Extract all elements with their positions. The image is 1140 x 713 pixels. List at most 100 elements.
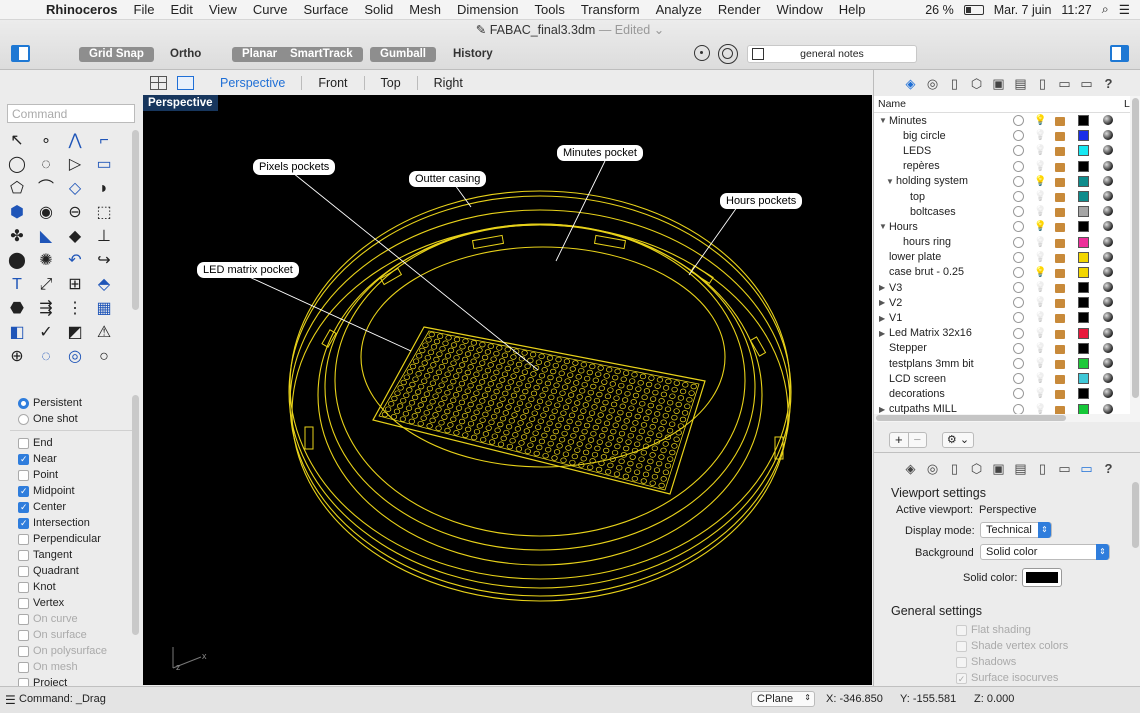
current-layer-icon[interactable] (1013, 403, 1024, 414)
checkbox[interactable] (18, 437, 29, 449)
tool-14-icon[interactable]: ◉ (34, 202, 58, 224)
menu-help[interactable]: Help (831, 2, 874, 17)
lightbulb-icon[interactable]: 💡 (1034, 161, 1046, 172)
layer-color-swatch[interactable] (1078, 115, 1089, 126)
lock-icon[interactable] (1055, 238, 1065, 248)
lightbulb-icon[interactable]: 💡 (1034, 176, 1046, 187)
notes-icon[interactable]: ▯ (946, 460, 963, 477)
tool-8-icon[interactable]: ▭ (92, 154, 116, 176)
add-layer-button[interactable]: + (890, 433, 909, 447)
checkbox[interactable] (18, 629, 29, 641)
toggle-ortho[interactable]: Ortho (160, 47, 211, 62)
current-layer-icon[interactable] (1013, 251, 1024, 263)
layer-color-swatch[interactable] (1078, 312, 1089, 324)
lightbulb-icon[interactable]: 💡 (1034, 221, 1046, 232)
menu-surface[interactable]: Surface (296, 2, 357, 17)
tool-34-icon[interactable]: ✓ (34, 322, 58, 344)
current-layer-icon[interactable] (1013, 221, 1024, 233)
lock-icon[interactable] (1055, 132, 1065, 142)
tool-37-icon[interactable]: ⊕ (5, 346, 29, 368)
lightbulb-icon[interactable]: 💡 (1034, 282, 1046, 293)
material-sphere-icon[interactable] (1103, 297, 1113, 308)
lightbulb-icon[interactable]: 💡 (1034, 237, 1046, 248)
tool-25-icon[interactable]: T (5, 274, 29, 296)
menu-app[interactable]: Rhinoceros (44, 2, 126, 17)
lightbulb-icon[interactable]: 💡 (1034, 373, 1046, 384)
lock-icon[interactable] (1055, 375, 1065, 385)
layer-row[interactable]: top 💡 (874, 189, 1130, 204)
properties-icon[interactable]: ◎ (924, 75, 941, 92)
osnap-knot[interactable]: Knot (0, 579, 142, 595)
osnap-point[interactable]: Point (0, 467, 142, 483)
material-sphere-icon[interactable] (1103, 327, 1113, 338)
checkbox[interactable] (18, 661, 29, 673)
menu-window[interactable]: Window (768, 2, 830, 17)
radio-button[interactable] (18, 413, 29, 425)
lightbulb-icon[interactable]: 💡 (1034, 145, 1046, 156)
current-layer-icon[interactable] (1013, 266, 1024, 278)
lightbulb-icon[interactable]: 💡 (1034, 358, 1046, 369)
tool-2-icon[interactable]: ∘ (34, 130, 58, 152)
tool-20-icon[interactable]: ⊥ (92, 226, 116, 248)
layer-row[interactable]: Stepper 💡 (874, 341, 1130, 356)
checkbox[interactable] (956, 624, 967, 636)
tool-4-icon[interactable]: ⌐ (92, 130, 116, 152)
search-icon[interactable]: ⌕ (1102, 2, 1109, 17)
layer-row[interactable]: LCD screen 💡 (874, 371, 1130, 386)
lock-icon[interactable] (1055, 329, 1065, 339)
material-sphere-icon[interactable] (1103, 342, 1113, 353)
material-sphere-icon[interactable] (1103, 266, 1113, 277)
toggle-history[interactable]: History (443, 47, 503, 62)
lock-icon[interactable] (1055, 117, 1065, 126)
layer-color-swatch[interactable] (1078, 160, 1089, 172)
osnap-center[interactable]: Center (0, 499, 142, 515)
tool-31-icon[interactable]: ⋮ (63, 298, 87, 320)
tool-39-icon[interactable]: ◎ (63, 346, 87, 368)
checkbox[interactable] (18, 485, 29, 497)
osnap-quadrant[interactable]: Quadrant (0, 563, 142, 579)
osnap-on-mesh[interactable]: On mesh (0, 659, 142, 675)
tool-36-icon[interactable]: ⚠ (92, 322, 116, 344)
four-view-icon[interactable] (150, 75, 167, 90)
viewport-label[interactable]: Perspective (143, 95, 218, 111)
lock-icon[interactable] (1055, 147, 1065, 157)
lock-icon[interactable] (1055, 253, 1065, 263)
battery-status[interactable]: 26 % (925, 3, 954, 17)
current-layer-icon[interactable] (1013, 388, 1024, 400)
tool-30-icon[interactable]: ⇶ (34, 298, 58, 320)
lock-icon[interactable] (1055, 268, 1065, 278)
material-sphere-icon[interactable] (1103, 388, 1113, 399)
material-sphere-icon[interactable] (1103, 115, 1113, 125)
notes-icon[interactable]: ▯ (946, 75, 963, 92)
help-icon[interactable]: ? (1100, 460, 1117, 477)
rendering-icon[interactable]: ▤ (1012, 460, 1029, 477)
display-icon[interactable]: ▭ (1056, 460, 1073, 477)
tool-7-icon[interactable]: ▷ (63, 154, 87, 176)
osnap-mode-persistent[interactable]: Persistent (0, 395, 142, 411)
checkbox[interactable] (956, 640, 967, 652)
menu-solid[interactable]: Solid (356, 2, 401, 17)
layer-row[interactable]: repères 💡 (874, 159, 1130, 174)
lightbulb-icon[interactable]: 💡 (1034, 267, 1046, 278)
layer-color-swatch[interactable] (1078, 297, 1089, 309)
radio-button[interactable] (18, 397, 29, 409)
current-layer-icon[interactable] (1013, 312, 1024, 324)
disclosure-triangle-icon[interactable]: ▶ (879, 329, 889, 338)
layer-row[interactable]: ▶ V3 💡 (874, 280, 1130, 295)
osnap-on-polysurface[interactable]: On polysurface (0, 643, 142, 659)
display-mode-select[interactable]: Technical ⇕ (980, 522, 1052, 538)
tab-right[interactable]: Right (418, 76, 479, 90)
tool-27-icon[interactable]: ⊞ (63, 274, 87, 296)
material-sphere-icon[interactable] (1103, 130, 1113, 141)
layer-row[interactable]: ▶ V2 💡 (874, 295, 1130, 310)
tool-palette-scrollbar[interactable] (132, 130, 139, 310)
current-layer-icon[interactable] (1013, 358, 1024, 369)
material-sphere-icon[interactable] (1103, 145, 1113, 156)
tool-38-icon[interactable]: ◌ (34, 346, 58, 368)
tool-15-icon[interactable]: ⊖ (63, 202, 87, 224)
camera-icon[interactable]: ▣ (990, 460, 1007, 477)
properties-icon[interactable]: ◎ (924, 460, 941, 477)
osnap-end[interactable]: End (0, 435, 142, 451)
material-sphere-icon[interactable] (1103, 175, 1113, 186)
checkbox[interactable] (18, 581, 29, 593)
